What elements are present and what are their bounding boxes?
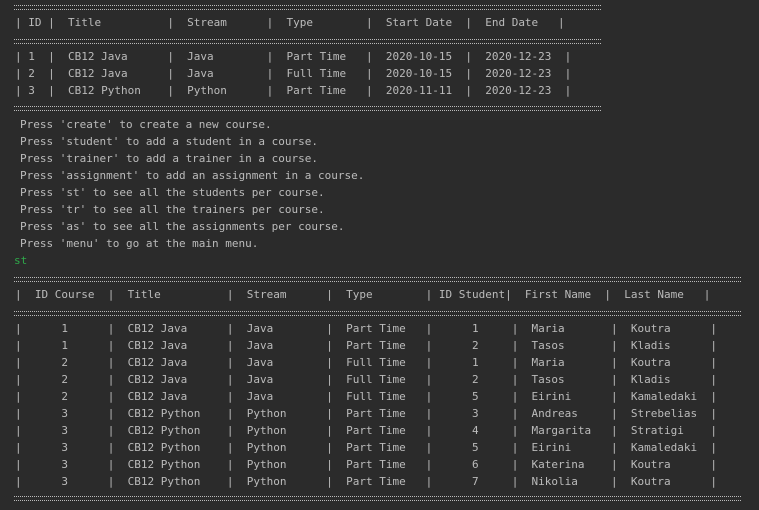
menu-line-create: Press 'create' to create a new course. xyxy=(20,118,272,131)
table-separator xyxy=(14,496,741,501)
table-separator xyxy=(14,5,601,10)
table-separator xyxy=(14,311,741,316)
menu-line-tr: Press 'tr' to see all the trainers per c… xyxy=(20,203,325,216)
table-row: | 2 | CB12 Java | Java | Full Time | 202… xyxy=(15,67,572,80)
courses-table-header: | ID | Title | Stream | Type | Start Dat… xyxy=(15,16,565,29)
typed-command: st xyxy=(14,254,28,267)
table-row: | 3 | CB12 Python | Python | Part Time |… xyxy=(15,458,717,471)
table-row: | 3 | CB12 Python | Python | Part Time |… xyxy=(15,407,717,420)
menu-line-st: Press 'st' to see all the students per c… xyxy=(20,186,325,199)
menu-line-trainer: Press 'trainer' to add a trainer in a co… xyxy=(20,152,319,165)
menu-line-menu: Press 'menu' to go at the main menu. xyxy=(20,237,259,250)
students-table-header: | ID Course | Title | Stream | Type | ID… xyxy=(15,288,711,301)
table-row: | 2 | CB12 Java | Java | Full Time | 5 |… xyxy=(15,390,717,403)
table-row: | 3 | CB12 Python | Python | Part Time |… xyxy=(15,84,572,97)
console-output[interactable]: | ID | Title | Stream | Type | Start Dat… xyxy=(0,0,759,510)
table-row: | 1 | CB12 Java | Java | Part Time | 2 |… xyxy=(15,339,717,352)
table-row: | 2 | CB12 Java | Java | Full Time | 1 |… xyxy=(15,356,717,369)
table-separator xyxy=(14,277,741,282)
table-row: | 3 | CB12 Python | Python | Part Time |… xyxy=(15,441,717,454)
table-row: | 3 | CB12 Python | Python | Part Time |… xyxy=(15,475,717,488)
menu-line-student: Press 'student' to add a student in a co… xyxy=(20,135,319,148)
table-row: | 2 | CB12 Java | Java | Full Time | 2 |… xyxy=(15,373,717,386)
menu-line-assignment: Press 'assignment' to add an assignment … xyxy=(20,169,365,182)
table-row: | 3 | CB12 Python | Python | Part Time |… xyxy=(15,424,717,437)
table-separator xyxy=(14,106,601,111)
table-row: | 1 | CB12 Java | Java | Part Time | 202… xyxy=(15,50,572,63)
table-row: | 1 | CB12 Java | Java | Part Time | 1 |… xyxy=(15,322,717,335)
menu-line-as: Press 'as' to see all the assignments pe… xyxy=(20,220,345,233)
table-separator xyxy=(14,39,601,44)
